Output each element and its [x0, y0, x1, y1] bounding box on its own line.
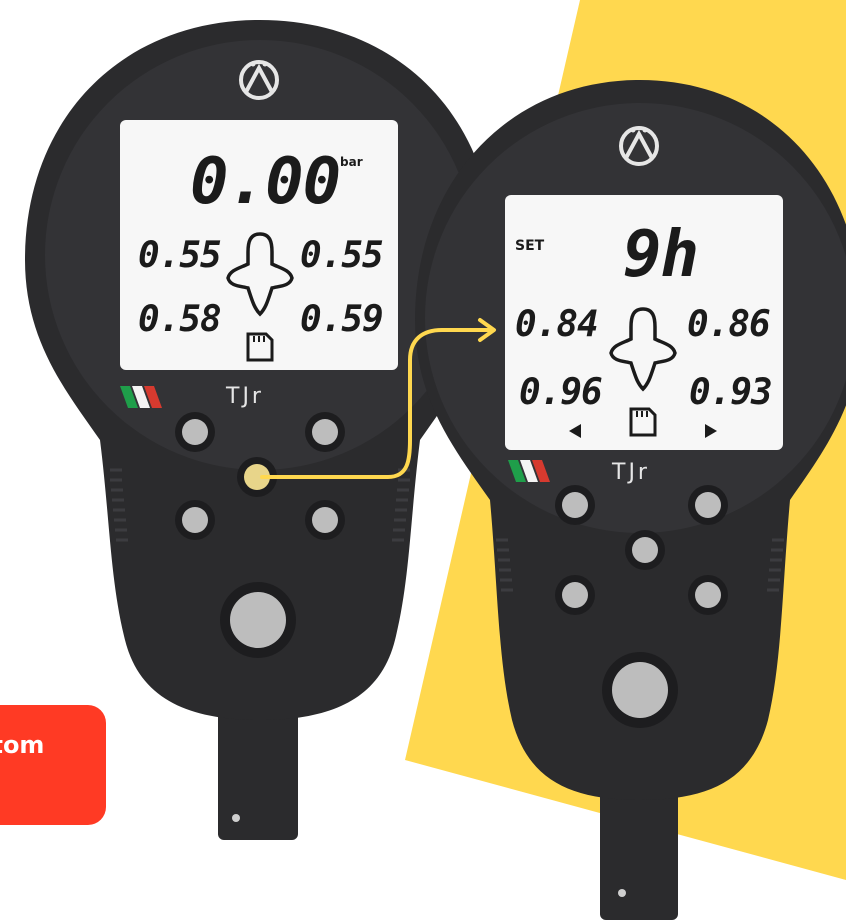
arrow-connector — [260, 318, 496, 479]
product-scene: ttom 0.00 bar 0.55 0.55 0.58 — [0, 0, 846, 922]
